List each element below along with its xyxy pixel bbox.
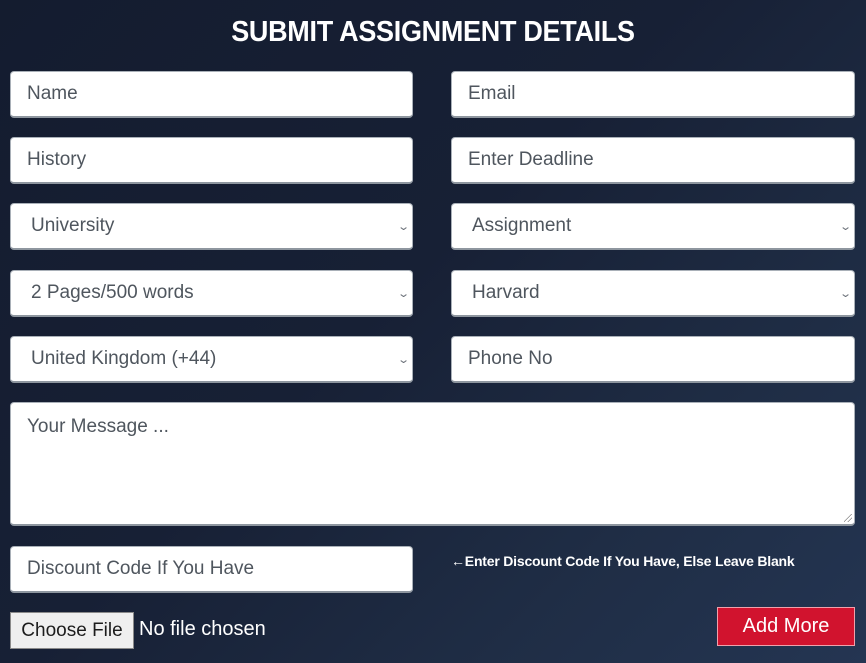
subject-value: History <box>27 149 87 170</box>
type-selected: Assignment <box>472 215 572 236</box>
page-title: SUBMIT ASSIGNMENT DETAILS <box>231 16 635 48</box>
name-input[interactable]: Name <box>10 71 413 118</box>
chevron-down-icon: ⌄ <box>396 287 410 300</box>
choose-file-button[interactable]: Choose File <box>10 612 134 649</box>
chevron-down-icon: ⌄ <box>396 220 410 233</box>
type-select[interactable]: Assignment ⌄ <box>451 203 855 250</box>
add-more-button[interactable]: Add More <box>717 607 855 646</box>
pages-select[interactable]: 2 Pages/500 words ⌄ <box>10 270 413 317</box>
phone-input[interactable]: Phone No <box>451 336 855 383</box>
message-textarea[interactable]: Your Message ... <box>10 402 855 526</box>
chevron-down-icon: ⌄ <box>838 220 852 233</box>
referencing-select[interactable]: Harvard ⌄ <box>451 270 855 317</box>
deadline-placeholder: Enter Deadline <box>468 149 594 170</box>
phone-placeholder: Phone No <box>468 348 553 369</box>
referencing-selected: Harvard <box>472 282 540 303</box>
level-select[interactable]: University ⌄ <box>10 203 413 250</box>
message-placeholder: Your Message ... <box>27 416 169 437</box>
resize-handle-icon[interactable] <box>844 514 852 522</box>
level-selected: University <box>31 215 115 236</box>
discount-hint: ←Enter Discount Code If You Have, Else L… <box>451 553 795 569</box>
name-placeholder: Name <box>27 83 78 104</box>
discount-placeholder: Discount Code If You Have <box>27 558 255 579</box>
pages-selected: 2 Pages/500 words <box>31 282 194 303</box>
deadline-input[interactable]: Enter Deadline <box>451 137 855 184</box>
chevron-down-icon: ⌄ <box>396 353 410 366</box>
country-selected: United Kingdom (+44) <box>31 348 217 369</box>
country-code-select[interactable]: United Kingdom (+44) ⌄ <box>10 336 413 383</box>
discount-code-input[interactable]: Discount Code If You Have <box>10 546 413 593</box>
email-placeholder: Email <box>468 83 516 104</box>
subject-input[interactable]: History <box>10 137 413 184</box>
email-input[interactable]: Email <box>451 71 855 118</box>
chevron-down-icon: ⌄ <box>838 287 852 300</box>
file-status: No file chosen <box>139 618 266 640</box>
